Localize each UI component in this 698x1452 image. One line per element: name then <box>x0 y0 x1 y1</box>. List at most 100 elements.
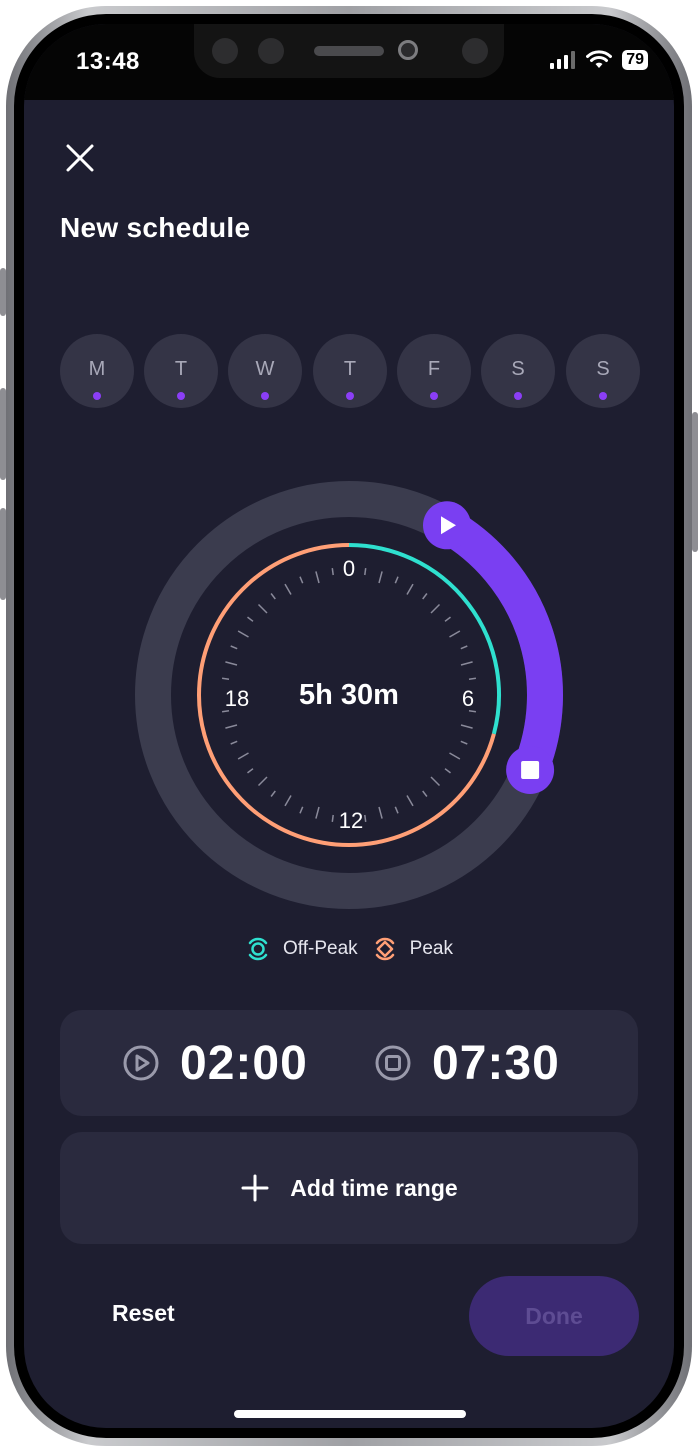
dial-tick <box>449 630 461 638</box>
dial-tick <box>284 583 292 595</box>
end-handle[interactable] <box>506 746 555 794</box>
plus-icon <box>241 1174 269 1202</box>
dial-tick <box>422 790 428 797</box>
dial-tick <box>406 795 414 807</box>
day-selected-dot <box>261 392 269 400</box>
dynamic-island <box>194 24 504 78</box>
close-icon[interactable] <box>62 140 98 176</box>
stop-icon <box>521 761 540 779</box>
dial-tick <box>247 768 254 774</box>
dial-tick <box>406 583 414 595</box>
day-selected-dot <box>346 392 354 400</box>
dial-tick <box>225 724 238 729</box>
day-label: S <box>511 358 525 380</box>
sensor-icon <box>212 38 238 64</box>
day-selected-dot <box>599 392 607 400</box>
sensor-icon <box>462 38 488 64</box>
dial-tick <box>468 677 476 680</box>
dial-tick <box>460 724 473 729</box>
day-label: T <box>174 358 188 380</box>
day-label: F <box>427 358 441 380</box>
dial-tick <box>331 568 334 576</box>
dial-tick <box>270 790 276 797</box>
hour-label-0: 0 <box>343 556 355 581</box>
dial-tick <box>460 661 473 666</box>
day-thursday[interactable]: T <box>313 334 387 408</box>
add-time-range-label: Add time range <box>290 1174 458 1201</box>
screen: 13:48 79 New schedule M T W T F S S 0 6 … <box>24 24 674 1428</box>
dial-tick <box>394 576 399 584</box>
dial-tick <box>270 593 276 600</box>
schedule-dial[interactable]: 0 6 12 18 5h 30m <box>24 440 674 940</box>
end-time[interactable]: 07:30 <box>374 1010 560 1116</box>
day-selector: M T W T F S S <box>60 334 640 408</box>
dial-tick <box>257 776 268 787</box>
end-time-value: 07:30 <box>432 1036 560 1090</box>
page-title: New schedule <box>60 212 251 243</box>
duration-label: 5h 30m <box>299 679 399 711</box>
dial-tick <box>422 593 428 600</box>
add-time-range-button[interactable]: Add time range <box>60 1132 638 1244</box>
dial-tick <box>430 776 441 787</box>
dial-tick <box>222 677 230 680</box>
dial-tick <box>237 752 249 760</box>
cellular-signal-icon <box>550 51 576 69</box>
day-label: T <box>343 358 357 380</box>
legend-peak-label: Peak <box>409 938 453 959</box>
day-label: M <box>88 358 106 380</box>
day-selected-dot <box>514 392 522 400</box>
dial-tick <box>315 571 320 584</box>
day-saturday[interactable]: S <box>481 334 555 408</box>
play-circle-icon <box>123 1045 159 1081</box>
dial-tick <box>230 740 238 745</box>
dial-tick <box>230 645 238 650</box>
speaker-grille <box>314 46 384 56</box>
legend: Off-Peak Peak <box>24 936 674 962</box>
battery-indicator: 79 <box>622 50 648 70</box>
legend-off-peak-label: Off-Peak <box>283 938 358 959</box>
start-time[interactable]: 02:00 <box>122 1010 308 1116</box>
camera-icon <box>398 40 418 60</box>
dial-tick <box>460 645 468 650</box>
phone-frame: 13:48 79 New schedule M T W T F S S 0 6 … <box>0 0 698 1452</box>
day-sunday[interactable]: S <box>566 334 640 408</box>
dial-tick <box>449 752 461 760</box>
day-wednesday[interactable]: W <box>228 334 302 408</box>
day-tuesday[interactable]: T <box>144 334 218 408</box>
done-label: Done <box>525 1302 583 1329</box>
hour-label-18: 18 <box>225 686 249 711</box>
legend-off-peak: Off-Peak <box>245 936 358 962</box>
power-button <box>692 412 698 552</box>
time-range-card: 02:00 07:30 <box>60 1010 638 1116</box>
day-selected-dot <box>93 392 101 400</box>
reset-button[interactable]: Reset <box>112 1300 175 1327</box>
dial-tick <box>299 576 304 584</box>
start-time-value: 02:00 <box>180 1036 308 1090</box>
peak-icon <box>375 937 394 961</box>
legend-peak: Peak <box>372 936 453 962</box>
dial-tick <box>237 630 249 638</box>
day-label: W <box>255 358 275 380</box>
status-time: 13:48 <box>76 48 140 75</box>
dial-tick <box>364 568 367 576</box>
home-indicator <box>234 1410 466 1418</box>
dial-tick <box>364 814 367 822</box>
dial-tick <box>284 795 292 807</box>
day-selected-dot <box>177 392 185 400</box>
hour-label-6: 6 <box>462 686 474 711</box>
dial-tick <box>444 768 451 774</box>
sensor-icon <box>258 38 284 64</box>
dial-tick <box>378 806 383 819</box>
start-handle[interactable] <box>423 501 471 550</box>
dial-tick <box>257 603 268 614</box>
dial-tick <box>247 616 254 622</box>
done-button[interactable]: Done <box>469 1276 639 1356</box>
status-indicators: 79 <box>550 50 648 70</box>
day-selected-dot <box>430 392 438 400</box>
dial-tick <box>225 661 238 666</box>
day-monday[interactable]: M <box>60 334 134 408</box>
dial-tick <box>444 616 451 622</box>
dial-tick <box>299 806 304 814</box>
dial-tick <box>460 740 468 745</box>
day-friday[interactable]: F <box>397 334 471 408</box>
